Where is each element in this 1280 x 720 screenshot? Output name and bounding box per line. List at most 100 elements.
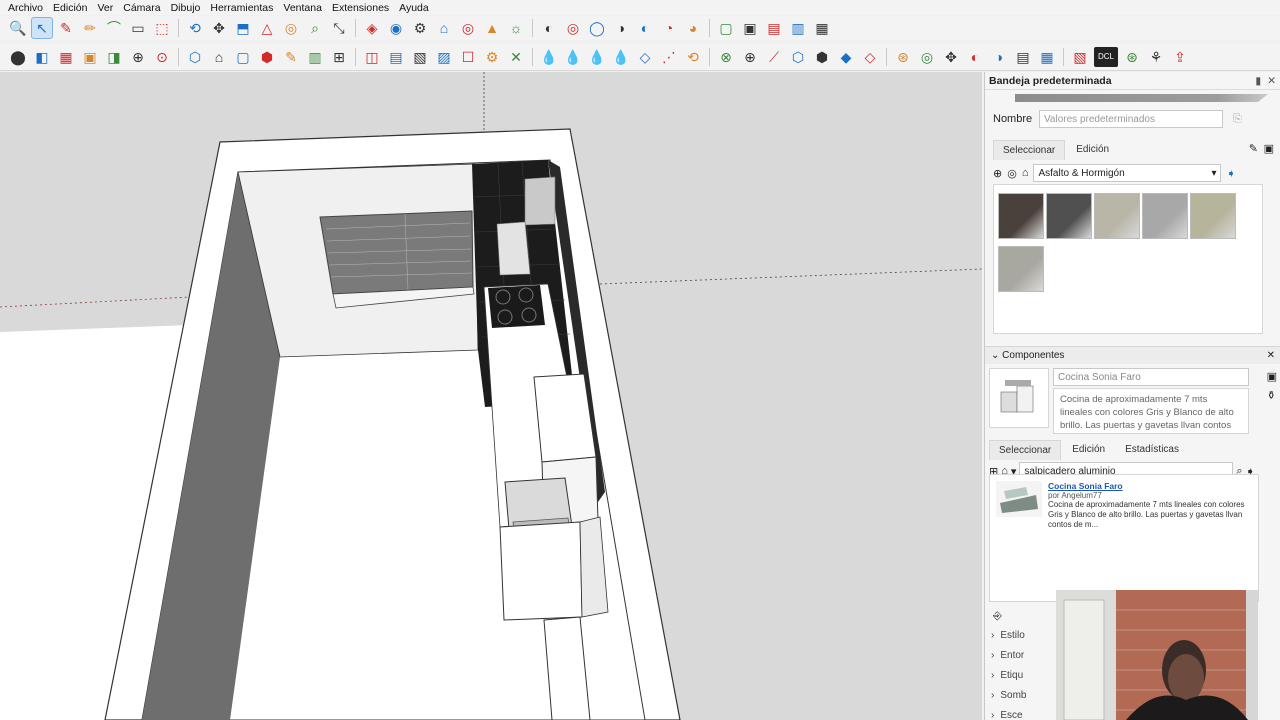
- toolbar2-tool-icon[interactable]: ⚘: [1146, 47, 1166, 67]
- toolbar2-tool-icon[interactable]: ▤: [1013, 47, 1033, 67]
- toolbar2-tool-icon[interactable]: ◆: [836, 47, 856, 67]
- toolbar2-tool-icon[interactable]: ◇: [635, 47, 655, 67]
- back-icon[interactable]: ⊕: [993, 167, 1002, 180]
- material-swatch[interactable]: [1190, 193, 1236, 239]
- close-icon[interactable]: ✕: [1267, 75, 1276, 87]
- toolbar2-tool-icon[interactable]: ⬤: [8, 47, 28, 67]
- toolbar2-tool-icon[interactable]: ▨: [434, 47, 454, 67]
- nav-back-icon[interactable]: ⎆: [993, 610, 1002, 623]
- toolbar1-tool-icon[interactable]: ✥: [209, 18, 229, 38]
- material-swatch[interactable]: [998, 193, 1044, 239]
- toolbar1-tool-icon[interactable]: 🔍: [8, 18, 28, 38]
- toolbar2-tool-icon[interactable]: ⟲: [683, 47, 703, 67]
- toolbar2-tool-icon[interactable]: ◎: [917, 47, 937, 67]
- material-name-field[interactable]: Valores predeterminados: [1039, 110, 1223, 128]
- toolbar2-tool-icon[interactable]: ⬡: [185, 47, 205, 67]
- toolbar1-tool-icon[interactable]: ⌒: [104, 18, 124, 38]
- toolbar2-tool-icon[interactable]: ◐: [965, 47, 985, 67]
- menu-item-archivo[interactable]: Archivo: [8, 2, 43, 14]
- toolbar1-tool-icon[interactable]: ⤡: [329, 18, 349, 38]
- material-swatch[interactable]: [1142, 193, 1188, 239]
- toolbar1-tool-icon[interactable]: ↖: [31, 17, 53, 39]
- toolbar2-tool-icon[interactable]: ▧: [1070, 47, 1090, 67]
- toolbar2-tool-icon[interactable]: ⊙: [152, 47, 172, 67]
- toolbar1-tool-icon[interactable]: ◔: [659, 18, 679, 38]
- toolbar2-tool-icon[interactable]: ✥: [941, 47, 961, 67]
- toolbar1-tool-icon[interactable]: ☼: [506, 18, 526, 38]
- tab-components-select[interactable]: Seleccionar: [989, 440, 1062, 460]
- toolbar2-tool-icon[interactable]: ▤: [386, 47, 406, 67]
- toolbar1-tool-icon[interactable]: ▣: [740, 18, 760, 38]
- toolbar1-tool-icon[interactable]: ◐: [635, 18, 655, 38]
- print-icon[interactable]: ▣: [1267, 370, 1277, 383]
- menu-item-dibujo[interactable]: Dibujo: [171, 2, 201, 14]
- material-swatch[interactable]: [1046, 193, 1092, 239]
- toolbar2-tool-icon[interactable]: ◨: [104, 47, 124, 67]
- copy-icon[interactable]: ⎘: [1233, 113, 1242, 126]
- pin-icon[interactable]: ▮: [1255, 75, 1261, 87]
- collapsed-section[interactable]: › Esce: [991, 710, 1023, 720]
- toolbar2-tool-icon[interactable]: ☐: [458, 47, 478, 67]
- collection-select[interactable]: Asfalto & Hormigón ▾: [1033, 164, 1222, 182]
- toolbar2-tool-icon[interactable]: ▦: [56, 47, 76, 67]
- toolbar1-tool-icon[interactable]: ◉: [386, 18, 406, 38]
- toolbar2-tool-icon[interactable]: ⬢: [257, 47, 277, 67]
- toolbar1-tool-icon[interactable]: ▲: [482, 18, 502, 38]
- close-icon[interactable]: ✕: [1267, 350, 1275, 361]
- toolbar2-tool-icon[interactable]: ▣: [80, 47, 100, 67]
- toolbar1-tool-icon[interactable]: ◐: [539, 18, 559, 38]
- toolbar2-tool-icon[interactable]: ⚙: [482, 47, 502, 67]
- model-viewport[interactable]: [0, 72, 982, 720]
- toolbar1-tool-icon[interactable]: ◯: [587, 18, 607, 38]
- menu-item-extensiones[interactable]: Extensiones: [332, 2, 389, 14]
- toolbar1-tool-icon[interactable]: ✎: [56, 18, 76, 38]
- components-header[interactable]: ⌄ Componentes ✕: [985, 346, 1280, 364]
- toolbar1-tool-icon[interactable]: ⌂: [434, 18, 454, 38]
- toolbar1-tool-icon[interactable]: ✏: [80, 18, 100, 38]
- menu-item-ayuda[interactable]: Ayuda: [399, 2, 429, 14]
- toolbar1-tool-icon[interactable]: ▥: [788, 18, 808, 38]
- collapsed-section[interactable]: › Estilo: [991, 630, 1025, 641]
- home-icon[interactable]: ⌂: [1022, 167, 1029, 179]
- toolbar2-tool-icon[interactable]: 💧: [539, 47, 559, 67]
- toolbar2-tool-icon[interactable]: 💧: [611, 47, 631, 67]
- toolbar2-tool-icon[interactable]: ⟋: [764, 47, 784, 67]
- toolbar1-tool-icon[interactable]: ▦: [812, 18, 832, 38]
- toolbar1-tool-icon[interactable]: ◎: [281, 18, 301, 38]
- toolbar2-tool-icon[interactable]: ⊕: [740, 47, 760, 67]
- result-item[interactable]: Cocina Sonia Faro por Angelum77 Cocina d…: [996, 481, 1252, 530]
- tab-materials-select[interactable]: Seleccionar: [993, 140, 1066, 160]
- details-arrow-icon[interactable]: ➧: [1226, 167, 1235, 180]
- collapsed-section[interactable]: › Etiqu: [991, 670, 1023, 681]
- material-swatch[interactable]: [998, 246, 1044, 292]
- toolbar2-tool-icon[interactable]: ▢: [233, 47, 253, 67]
- toolbar2-tool-icon[interactable]: 💧: [563, 47, 583, 67]
- toolbar2-tool-icon[interactable]: ✕: [506, 47, 526, 67]
- collapsed-section[interactable]: › Somb: [991, 690, 1026, 701]
- toolbar1-tool-icon[interactable]: ◈: [362, 18, 382, 38]
- eyedropper-icon[interactable]: ✎: [1249, 142, 1258, 155]
- create-material-icon[interactable]: ▣: [1264, 142, 1274, 155]
- toolbar2-tool-icon[interactable]: ⌂: [209, 47, 229, 67]
- toolbar2-tool-icon[interactable]: ⬢: [812, 47, 832, 67]
- toolbar2-tool-icon[interactable]: ▦: [1037, 47, 1057, 67]
- component-name-field[interactable]: Cocina Sonia Faro: [1053, 368, 1249, 386]
- toolbar2-tool-icon[interactable]: ◇: [860, 47, 880, 67]
- component-description[interactable]: Cocina de aproximadamente 7 mts lineales…: [1053, 388, 1249, 434]
- toolbar2-tool-icon[interactable]: DCL: [1094, 47, 1118, 67]
- bucket-icon[interactable]: ⚱: [1267, 389, 1277, 402]
- toolbar1-tool-icon[interactable]: ▢: [716, 18, 736, 38]
- toolbar2-tool-icon[interactable]: ⊗: [716, 47, 736, 67]
- toolbar2-tool-icon[interactable]: ⊕: [128, 47, 148, 67]
- toolbar2-tool-icon[interactable]: ⋰: [659, 47, 679, 67]
- toolbar1-tool-icon[interactable]: ◑: [611, 18, 631, 38]
- toolbar2-tool-icon[interactable]: ⇪: [1170, 47, 1190, 67]
- toolbar1-tool-icon[interactable]: ◎: [563, 18, 583, 38]
- toolbar2-tool-icon[interactable]: ◧: [32, 47, 52, 67]
- toolbar2-tool-icon[interactable]: ✎: [281, 47, 301, 67]
- toolbar1-tool-icon[interactable]: ▭: [128, 18, 148, 38]
- toolbar1-tool-icon[interactable]: ▤: [764, 18, 784, 38]
- tab-components-stats[interactable]: Estadísticas: [1116, 440, 1188, 460]
- toolbar1-tool-icon[interactable]: △: [257, 18, 277, 38]
- collapsed-section[interactable]: › Entor: [991, 650, 1024, 661]
